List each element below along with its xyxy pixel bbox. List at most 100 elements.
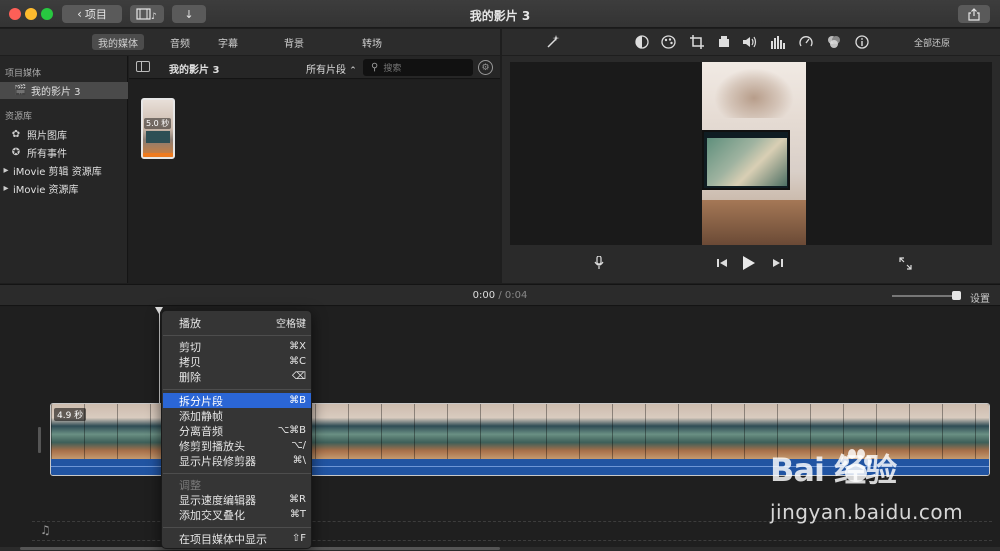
watermark-logo-text: Bai 经验 bbox=[770, 451, 897, 489]
video-frame bbox=[702, 62, 806, 245]
skip-forward-icon[interactable] bbox=[770, 255, 786, 271]
search-input[interactable]: ⚲ 搜索 bbox=[363, 59, 473, 76]
timeline-zoom-slider[interactable] bbox=[892, 291, 962, 300]
menu-item-shortcut: ⌘B bbox=[289, 395, 306, 406]
sidebar-item-label: 所有事件 bbox=[27, 149, 67, 160]
menu-item-cut[interactable]: 剪切 ⌘X bbox=[163, 339, 311, 354]
menu-item-label: 拷贝 bbox=[179, 355, 201, 369]
menu-item-label: 拆分片段 bbox=[179, 394, 223, 408]
menu-item-show-speed-editor[interactable]: 显示速度编辑器 ⌘R bbox=[163, 492, 311, 507]
play-icon[interactable] bbox=[740, 255, 756, 271]
clip-trim-handle[interactable] bbox=[38, 427, 41, 453]
skip-back-icon[interactable] bbox=[714, 255, 730, 271]
tab-label: 我的媒体 bbox=[98, 38, 138, 50]
menu-item-show-clip-trimmer[interactable]: 显示片段修剪器 ⌘\ bbox=[163, 453, 311, 468]
share-button[interactable] bbox=[958, 5, 990, 23]
color-correction-icon[interactable] bbox=[660, 34, 676, 50]
menu-item-shortcut: ⌫ bbox=[291, 371, 306, 382]
tab-label: 转场 bbox=[362, 38, 382, 50]
sidebar-item-all-events[interactable]: ✪ 所有事件 bbox=[0, 144, 128, 161]
timeline-header: 0:00 / 0:04 设置 bbox=[0, 284, 1000, 306]
timeline-settings-button[interactable]: 设置 bbox=[970, 290, 990, 305]
sidebar-item-label: iMovie 资源库 bbox=[13, 185, 79, 196]
menu-item-shortcut: 空格键 bbox=[276, 319, 306, 330]
tv-cabinet bbox=[702, 200, 806, 245]
clip-used-bar bbox=[143, 153, 173, 157]
equalizer-icon[interactable] bbox=[770, 34, 786, 50]
tab-label: 字幕 bbox=[218, 38, 238, 50]
menu-item-label: 分离音频 bbox=[179, 424, 223, 438]
watermark-url: jingyan.baidu.com bbox=[770, 500, 964, 524]
menu-item-play[interactable]: 播放 空格键 bbox=[163, 315, 311, 331]
zoom-slider-knob[interactable] bbox=[952, 291, 962, 300]
share-icon bbox=[968, 7, 980, 21]
viewer-screen bbox=[510, 62, 992, 245]
menu-item-add-cross-dissolve[interactable]: 添加交叉叠化 ⌘T bbox=[163, 507, 311, 522]
menu-item-split-clip[interactable]: 拆分片段 ⌘B bbox=[163, 393, 311, 408]
sidebar-item-clip-library[interactable]: ▸ iMovie 剪辑 资源库 bbox=[0, 162, 128, 179]
reset-all-button[interactable]: 全部还原 bbox=[914, 36, 950, 49]
fullscreen-icon[interactable] bbox=[897, 255, 913, 271]
menu-item-shortcut: ⌥⌘B bbox=[277, 425, 306, 436]
disclosure-triangle-icon[interactable]: ▸ bbox=[2, 183, 10, 194]
tab-titles[interactable]: 字幕 bbox=[212, 34, 244, 50]
window-title: 我的影片 3 bbox=[469, 9, 531, 23]
magic-wand-icon[interactable] bbox=[545, 34, 561, 50]
menu-item-adjust: 调整 bbox=[163, 477, 311, 492]
stabilization-icon[interactable] bbox=[716, 34, 732, 50]
adjustments-bar: 全部还原 bbox=[502, 29, 1000, 55]
menu-separator bbox=[163, 335, 311, 336]
clapperboard-icon: 🎬 bbox=[14, 85, 27, 96]
clip-filter-icon[interactable] bbox=[826, 34, 842, 50]
menu-item-label: 在项目媒体中显示 bbox=[179, 532, 267, 546]
clip-filter-select[interactable]: 所有片段 ⌃ bbox=[306, 61, 357, 76]
crop-icon[interactable] bbox=[689, 34, 705, 50]
disclosure-triangle-icon[interactable]: ▸ bbox=[2, 165, 10, 176]
libraries-sidebar: 项目媒体 🎬 我的影片 3 资源库 ✿ 照片图库 ✪ 所有事件 ▸ iMovie… bbox=[0, 56, 128, 283]
menu-item-shortcut: ⇧F bbox=[291, 533, 306, 544]
sidebar-toggle-icon[interactable] bbox=[136, 61, 150, 72]
menu-item-copy[interactable]: 拷贝 ⌘C bbox=[163, 354, 311, 369]
speed-icon[interactable] bbox=[798, 34, 814, 50]
menu-item-delete[interactable]: 删除 ⌫ bbox=[163, 369, 311, 384]
menu-item-label: 剪切 bbox=[179, 340, 201, 354]
browser-settings-gear-icon[interactable]: ⚙ bbox=[478, 60, 493, 75]
sidebar-item-imovie-library[interactable]: ▸ iMovie 资源库 bbox=[0, 180, 128, 197]
tab-audio[interactable]: 音频 bbox=[164, 34, 196, 50]
wall-ornament bbox=[714, 68, 794, 118]
tab-label: 音频 bbox=[170, 38, 190, 50]
sidebar-item-photos[interactable]: ✿ 照片图库 bbox=[0, 126, 128, 143]
tab-transitions[interactable]: 转场 bbox=[356, 34, 388, 50]
tab-backgrounds[interactable]: 背景 bbox=[278, 34, 310, 50]
menu-item-reveal-in-project-media[interactable]: 在项目媒体中显示 ⇧F bbox=[163, 531, 311, 546]
menu-item-shortcut: ⌘T bbox=[289, 509, 306, 520]
baidu-paw-icon bbox=[841, 449, 872, 482]
menu-item-detach-audio[interactable]: 分离音频 ⌥⌘B bbox=[163, 423, 311, 438]
baidu-jingyan-watermark: Bai 经验 jingyan.baidu.com bbox=[770, 445, 990, 535]
voiceover-microphone-icon[interactable] bbox=[591, 255, 607, 271]
menu-separator bbox=[163, 389, 311, 390]
browser-clip-thumbnail[interactable]: 5.0 秒 bbox=[141, 98, 175, 159]
current-time: 0:00 bbox=[472, 290, 496, 301]
updown-chevron-icon: ⌃ bbox=[349, 66, 357, 76]
search-placeholder: 搜索 bbox=[383, 64, 402, 74]
menu-item-trim-to-playhead[interactable]: 修剪到播放头 ⌥/ bbox=[163, 438, 311, 453]
clip-preview-image bbox=[146, 131, 170, 143]
menu-separator bbox=[163, 527, 311, 528]
menu-item-label: 调整 bbox=[179, 478, 201, 492]
menu-item-shortcut: ⌘C bbox=[289, 356, 306, 367]
clip-context-menu: 播放 空格键 剪切 ⌘X 拷贝 ⌘C 删除 ⌫ 拆分片段 ⌘B 添加静帧 分离音… bbox=[161, 310, 312, 549]
tab-label: 背景 bbox=[284, 38, 304, 50]
menu-item-label: 修剪到播放头 bbox=[179, 439, 245, 453]
tab-my-media[interactable]: 我的媒体 bbox=[92, 34, 144, 50]
menu-item-add-freeze-frame[interactable]: 添加静帧 bbox=[163, 408, 311, 423]
volume-icon[interactable] bbox=[742, 34, 758, 50]
menu-item-shortcut: ⌥/ bbox=[291, 440, 306, 451]
color-balance-icon[interactable] bbox=[634, 34, 650, 50]
timeline-scrollbar[interactable] bbox=[0, 547, 1000, 551]
menu-item-shortcut: ⌘\ bbox=[292, 455, 306, 466]
sidebar-item-label: 我的影片 3 bbox=[31, 87, 81, 98]
project-media-heading: 项目媒体 bbox=[5, 69, 42, 79]
info-icon[interactable] bbox=[854, 34, 870, 50]
sidebar-item-project[interactable]: 🎬 我的影片 3 bbox=[0, 82, 128, 99]
